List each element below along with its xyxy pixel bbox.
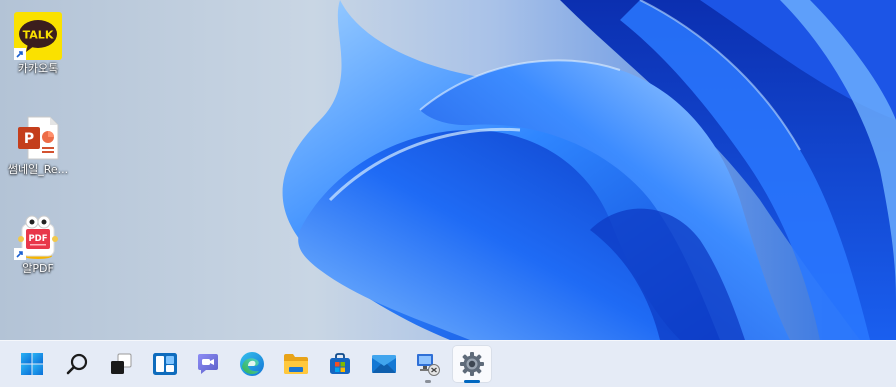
gear-icon: [460, 352, 484, 376]
shortcut-arrow-icon: [14, 48, 26, 60]
desktop-icon-label: 카카오톡: [17, 62, 59, 75]
powerpoint-file-icon: P: [14, 113, 62, 161]
search-icon: [66, 353, 88, 375]
folder-icon: [284, 354, 308, 374]
desktop-icon-label: 썸네일_Re...: [7, 163, 69, 176]
kakaotalk-icon: TALK: [14, 12, 62, 60]
widgets-button[interactable]: [146, 346, 184, 382]
powerpoint-badge-text: P: [24, 131, 34, 147]
active-indicator: [464, 380, 480, 383]
remote-desktop-icon: [417, 354, 440, 376]
start-button[interactable]: [13, 346, 51, 382]
kakaotalk-badge-text: TALK: [23, 29, 54, 42]
desktop-icon-alpdf[interactable]: PDF 알PDF: [0, 212, 76, 276]
remote-desktop-button[interactable]: [409, 346, 447, 383]
microsoft-store-button[interactable]: [321, 346, 359, 382]
teams-chat-button[interactable]: [189, 346, 227, 382]
settings-button[interactable]: [453, 346, 491, 383]
mail-icon: [372, 355, 396, 373]
wallpaper: [0, 0, 896, 340]
chat-icon: [198, 354, 218, 374]
shortcut-arrow-icon: [14, 248, 26, 260]
desktop[interactable]: TALK 카카오톡 P 썸네일_Re... PDF 알PDF: [0, 0, 896, 387]
widgets-icon: [153, 353, 177, 375]
file-explorer-button[interactable]: [277, 346, 315, 382]
mail-button[interactable]: [365, 346, 403, 382]
store-icon: [330, 353, 350, 374]
desktop-icon-kakaotalk[interactable]: TALK 카카오톡: [0, 12, 76, 76]
taskbar: [0, 340, 896, 387]
edge-icon: [240, 352, 264, 376]
task-view-icon: [111, 353, 132, 374]
alpdf-badge-text: PDF: [28, 234, 47, 244]
windows-logo-icon: [21, 353, 43, 375]
task-view-button[interactable]: [102, 346, 140, 382]
alpdf-icon: PDF: [14, 212, 62, 260]
desktop-icon-powerpoint-file[interactable]: P 썸네일_Re...: [0, 113, 76, 177]
running-indicator: [425, 380, 431, 383]
edge-button[interactable]: [233, 346, 271, 382]
search-button[interactable]: [58, 346, 96, 382]
desktop-icon-label: 알PDF: [22, 262, 54, 275]
